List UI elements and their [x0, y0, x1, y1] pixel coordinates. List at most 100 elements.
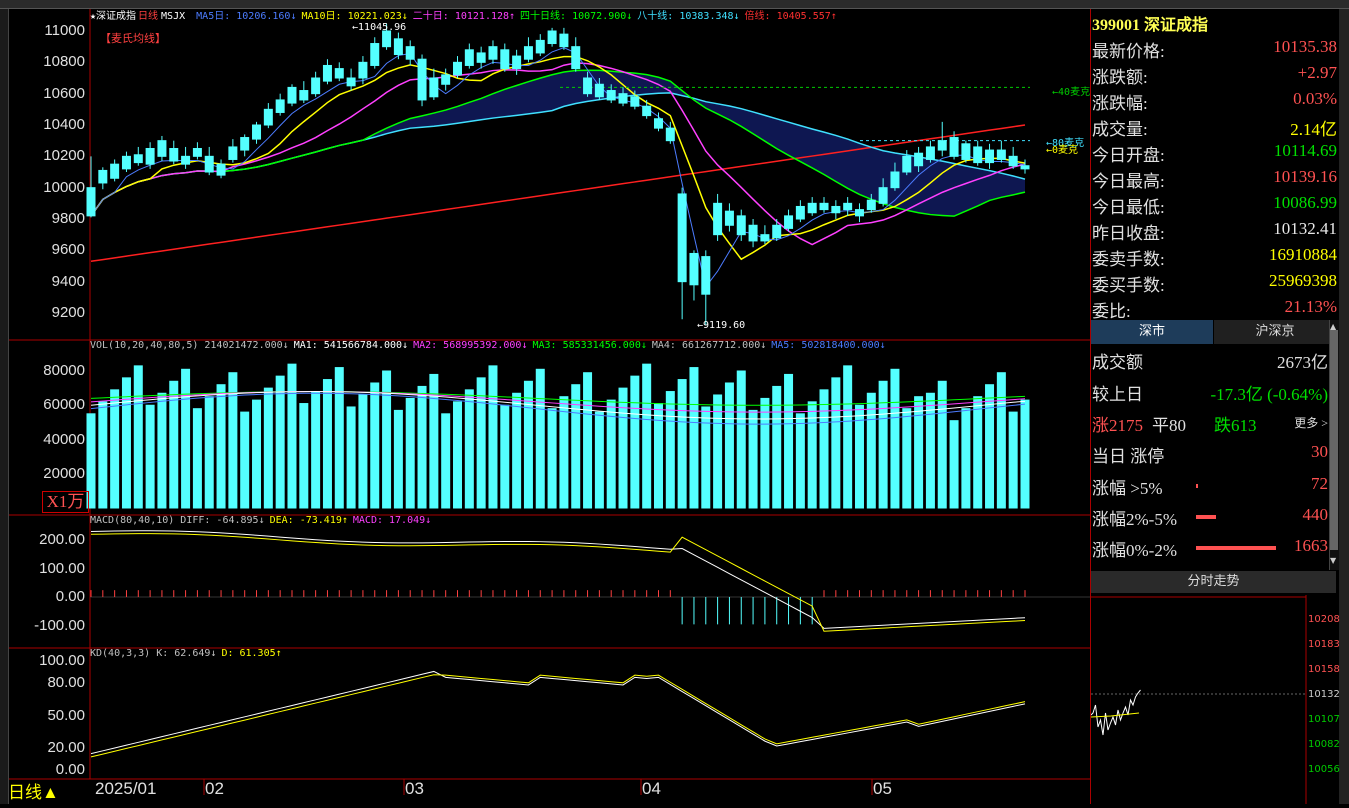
- intraday-avg-line: [1090, 712, 1140, 718]
- price-tick: 10800: [43, 53, 85, 71]
- volume-bar: [512, 392, 522, 509]
- period-selector[interactable]: 日线▲: [8, 778, 59, 803]
- candle-body: [523, 46, 533, 60]
- volume-bar: [949, 420, 959, 509]
- intraday-chart[interactable]: [1090, 595, 1339, 804]
- scroll-down-arrow-icon[interactable]: ▼: [1330, 556, 1336, 565]
- quote-value: 25969398: [1269, 271, 1337, 290]
- volume-bar: [795, 413, 805, 509]
- candle-body: [925, 146, 935, 160]
- intraday-tick: 10082: [1308, 739, 1340, 750]
- intraday-chart-svg: [1090, 595, 1307, 804]
- candle-body: [937, 140, 947, 151]
- candle-body: [358, 61, 368, 79]
- volume-legend: VOL(10,20,40,80,5) 214021472.000↓ MA1: 54…: [90, 340, 891, 352]
- kd-d: [90, 674, 1026, 758]
- price-tick: 9400: [51, 272, 85, 290]
- chart-title-period: 日线: [138, 11, 159, 22]
- volume-bar: [464, 389, 474, 509]
- volume-bar: [358, 394, 368, 509]
- ma-legend-item-3: 四十日线: 10072.900↓: [520, 11, 633, 22]
- candle-body: [890, 171, 900, 189]
- volume-bar: [760, 397, 770, 509]
- macd-legend-item-1: DEA: -73.419↑: [269, 515, 348, 526]
- intraday-title[interactable]: 分时走势: [1091, 571, 1336, 593]
- intraday-tick: 10056: [1308, 764, 1340, 775]
- limit-up-row: 当日 涨停 30: [1092, 442, 1328, 466]
- candle-body: [287, 86, 297, 104]
- ma-legend-item-5: 倍线: 10405.557↑: [744, 11, 837, 22]
- candle-body: [512, 55, 522, 70]
- tab-hushenjing[interactable]: 沪深京: [1214, 320, 1336, 344]
- kd-tick: 100.00: [39, 652, 85, 669]
- ma-legend-item-4: 八十线: 10383.348↓: [637, 11, 740, 22]
- candle-body: [985, 149, 995, 164]
- volume-bar: [724, 382, 734, 509]
- kd-tick: 0.00: [55, 761, 85, 778]
- volume-bar: [216, 384, 226, 509]
- intraday-tick: 10132: [1308, 689, 1340, 700]
- r02-row: 涨幅0%-2% 1663: [1092, 536, 1328, 560]
- volume-unit-badge: X1万: [42, 491, 89, 513]
- volume-bar: [784, 373, 794, 509]
- price-tick: 10400: [43, 116, 85, 133]
- kline-chart-area[interactable]: [9, 9, 1090, 804]
- quote-value: 0.03%: [1293, 89, 1337, 108]
- candle-body: [181, 155, 191, 165]
- volume-bar: [1008, 411, 1018, 509]
- quote-label: 今日开盘:: [1092, 146, 1165, 165]
- market-tabs[interactable]: 深市 沪深京: [1091, 320, 1336, 344]
- candle-body: [854, 209, 864, 217]
- ma-legend-item-0: MA5日: 10206.160↓: [196, 11, 297, 22]
- candle-body: [973, 146, 983, 164]
- quote-label: 今日最低:: [1092, 198, 1165, 217]
- volume-bar: [819, 389, 829, 509]
- stats-scroll-thumb[interactable]: [1330, 330, 1338, 550]
- candle-body: [157, 140, 167, 157]
- volume-bar: [523, 380, 533, 509]
- more-link[interactable]: 更多 >: [1294, 414, 1328, 431]
- quote-row: 涨跌幅: 0.03%: [1092, 87, 1337, 113]
- price-tick: 9200: [51, 304, 85, 321]
- quote-value: 10139.16: [1273, 167, 1337, 186]
- maishi-label: 【麦氏均线】: [100, 32, 166, 45]
- volume-bar: [583, 372, 593, 509]
- quote-row: 今日最高: 10139.16: [1092, 165, 1337, 191]
- candle-body: [322, 64, 332, 82]
- candle-body: [571, 46, 581, 70]
- vol-legend-item-1: MA1: 541566784.000↓: [293, 340, 409, 351]
- kd-tick: 80.00: [47, 673, 85, 691]
- volume-bar: [240, 411, 250, 509]
- turnover-row: 成交额 2673亿: [1092, 353, 1328, 372]
- candle-body: [665, 127, 675, 142]
- symbol-name: 深证成指: [1144, 17, 1209, 34]
- volume-bar: [204, 396, 214, 509]
- ma-legend-item-2: 二十日: 10121.128↑: [412, 11, 516, 22]
- candle-body: [795, 205, 805, 220]
- vol-legend-item-4: MA4: 661267712.000↓: [651, 340, 767, 351]
- candle-body: [559, 33, 569, 48]
- candle-body: [311, 77, 321, 95]
- candle-body: [476, 52, 486, 63]
- volume-bar: [1020, 399, 1030, 509]
- date-tick: 02: [205, 779, 224, 798]
- candle-body: [547, 30, 557, 45]
- candle-body: [192, 148, 202, 157]
- tab-shenshi[interactable]: 深市: [1091, 320, 1213, 344]
- main-chart-legend: ★深证成指 日线 MSJX MA5日: 10206.160↓ MA10日: 10221…: [90, 11, 847, 23]
- candle-body: [275, 99, 285, 113]
- candle-body: [169, 148, 179, 162]
- quote-row: 委卖手数: 16910884: [1092, 243, 1337, 269]
- volume-bar: [133, 365, 143, 509]
- candle-body: [453, 61, 463, 76]
- macd-tick: -100.00: [34, 616, 85, 634]
- volume-bar: [393, 409, 403, 509]
- chart-title-name: 深证成指: [96, 11, 137, 22]
- top-menu-bar[interactable]: [0, 0, 1349, 9]
- right-edge-scrollbar[interactable]: [1339, 9, 1349, 804]
- candle-body: [405, 46, 415, 60]
- candle-body: [713, 202, 723, 236]
- candle-body: [441, 74, 451, 85]
- candle-body: [689, 252, 699, 286]
- scroll-up-arrow-icon[interactable]: ▲: [1330, 322, 1336, 331]
